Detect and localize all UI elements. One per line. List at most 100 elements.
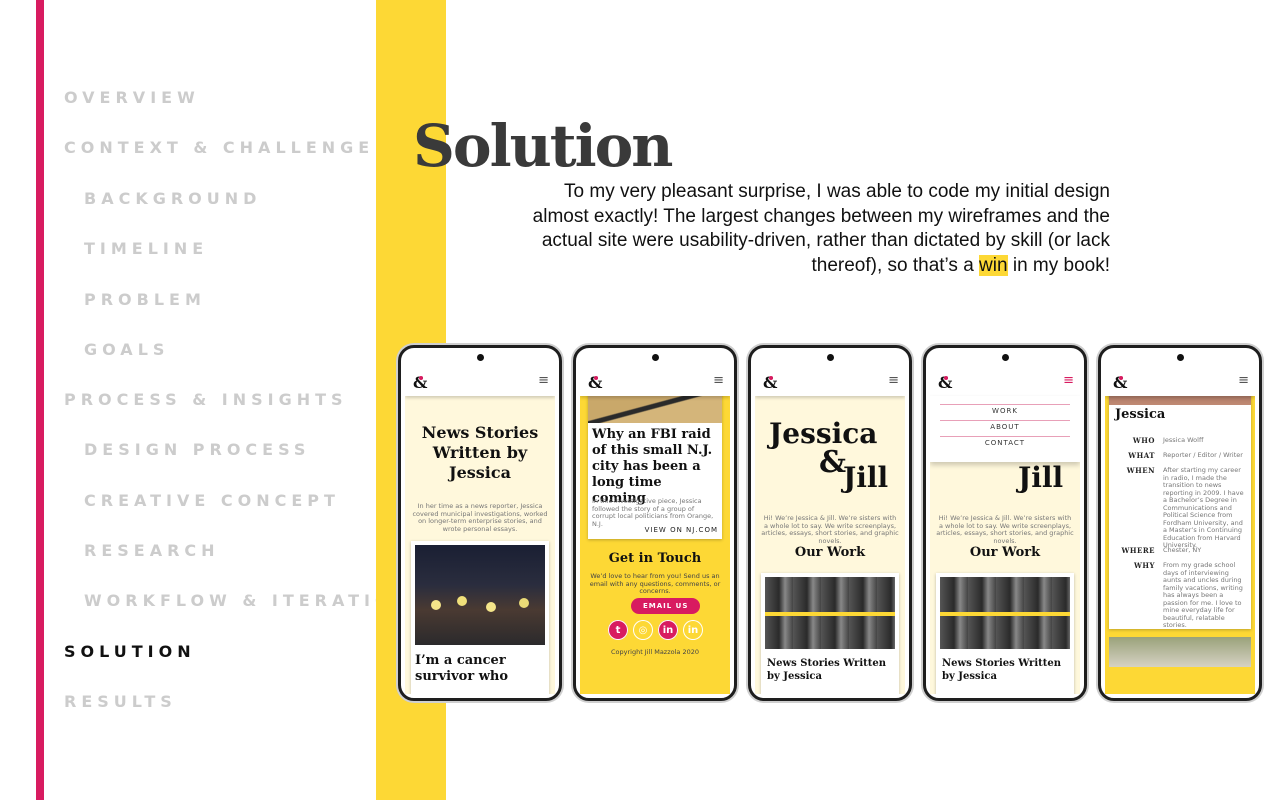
brand-jill: Jill <box>1018 461 1064 494</box>
logo-icon[interactable]: & <box>588 373 602 392</box>
intro-text: Hi! We’re Jessica & Jill. We’re sisters … <box>761 514 899 545</box>
hamburger-menu-icon[interactable]: ≡ <box>538 373 549 388</box>
logo-icon[interactable]: & <box>1113 373 1127 392</box>
hamburger-menu-icon[interactable]: ≡ <box>1063 373 1074 388</box>
about-name: Jessica <box>1115 407 1166 422</box>
dropdown-menu: WORK ABOUT CONTACT <box>930 396 1080 462</box>
camera-icon <box>827 354 834 361</box>
highlighted-word: win <box>979 254 1008 276</box>
nav-item-results[interactable]: RESULTS <box>64 692 177 711</box>
site-header: & ≡ <box>930 365 1080 396</box>
story-card[interactable]: Why an FBI raid of this small N.J. city … <box>588 387 722 539</box>
intro-text: Hi! We’re Jessica & Jill. We’re sisters … <box>936 514 1074 545</box>
sidebar-accent-bar <box>36 0 44 800</box>
menu-item-about[interactable]: ABOUT <box>940 420 1070 434</box>
phone-mockup-menu-open: & ≡ WORK ABOUT CONTACT Jill Hi! We’re Je… <box>923 345 1087 701</box>
twitter-icon[interactable]: t <box>608 620 628 640</box>
nav-item-solution[interactable]: SOLUTION <box>64 642 196 661</box>
next-photo <box>1109 637 1251 667</box>
contact-title: Get in Touch <box>608 551 702 566</box>
about-row-when: WHEN After starting my career in radio, I… <box>1115 466 1247 548</box>
logo-icon[interactable]: & <box>413 373 427 392</box>
phone-screen: & ≡ WORK ABOUT CONTACT Jill Hi! We’re Je… <box>930 365 1080 694</box>
logo-icon[interactable]: & <box>763 373 777 392</box>
card-title: News Stories Written by Jessica <box>942 658 1061 682</box>
about-card: Jessica WHO Jessica Wolff WHAT Reporter / … <box>1109 375 1251 629</box>
view-link[interactable]: VIEW ON NJ.COM <box>645 526 718 534</box>
solution-paragraph: To my very pleasant surprise, I was able… <box>520 180 1110 278</box>
hamburger-menu-icon[interactable]: ≡ <box>1238 373 1249 388</box>
social-links: t ◎ in in <box>608 620 703 640</box>
linkedin-icon[interactable]: in <box>658 620 678 640</box>
nav-item-design-process[interactable]: DESIGN PROCESS <box>84 440 310 459</box>
phone-screen: & ≡ News Stories Written by Jessica In h… <box>405 365 555 694</box>
row-value: After starting my career in radio, I mad… <box>1163 466 1244 549</box>
story-photo <box>588 395 722 423</box>
paragraph-text-end: in my book! <box>1007 254 1110 276</box>
site-header: & ≡ <box>1105 365 1255 396</box>
nav-item-context-challenge[interactable]: CONTEXT & CHALLENGE <box>64 138 374 157</box>
hamburger-menu-icon[interactable]: ≡ <box>888 373 899 388</box>
nav-item-goals[interactable]: GOALS <box>84 340 169 359</box>
section-heading: Our Work <box>969 545 1041 560</box>
menu-item-contact[interactable]: CONTACT <box>940 436 1070 450</box>
row-key: WHY <box>1134 561 1155 570</box>
phone-mockup-about: & ≡ Jessica WHO Jessica Wolff WHAT Reporte… <box>1098 345 1262 701</box>
nav-item-timeline[interactable]: TIMELINE <box>84 239 208 258</box>
nav-item-background[interactable]: BACKGROUND <box>84 189 261 208</box>
site-header: & ≡ <box>580 365 730 396</box>
about-row-why: WHY From my grade school days of intervie… <box>1115 561 1247 628</box>
about-row-what: WHAT Reporter / Editor / Writer <box>1115 451 1247 462</box>
nav-item-process-insights[interactable]: PROCESS & INSIGHTS <box>64 390 348 409</box>
phone-screen: & ≡ Jessica WHO Jessica Wolff WHAT Reporte… <box>1105 365 1255 694</box>
linkedin-alt-icon[interactable]: in <box>683 620 703 640</box>
nav-item-research[interactable]: RESEARCH <box>84 541 220 560</box>
camera-icon <box>652 354 659 361</box>
logo-icon[interactable]: & <box>938 373 952 392</box>
work-card[interactable]: News Stories Written by Jessica <box>936 573 1074 694</box>
about-row-where: WHERE Chester, NY <box>1115 546 1247 557</box>
row-key: WHO <box>1132 436 1155 445</box>
section-title: Solution <box>413 112 673 180</box>
phone-screen: & ≡ Jessica & Jill Hi! We’re Jessica & J… <box>755 365 905 694</box>
row-key: WHAT <box>1128 451 1155 460</box>
nav-item-problem[interactable]: PROBLEM <box>84 290 206 309</box>
row-value: Jessica Wolff <box>1163 436 1204 444</box>
card-title: News Stories Written by Jessica <box>767 658 886 682</box>
copyright: Copyright Jill Mazzola 2020 <box>610 648 700 656</box>
intro-text: In her time as a news reporter, Jessica … <box>412 502 548 533</box>
section-heading: Our Work <box>794 545 866 560</box>
contact-text: We’d love to hear from you! Send us an e… <box>589 572 721 595</box>
row-value: Chester, NY <box>1163 546 1202 554</box>
row-key: WHEN <box>1126 466 1155 475</box>
hamburger-menu-icon[interactable]: ≡ <box>713 373 724 388</box>
work-collage-image <box>765 577 895 649</box>
camera-icon <box>477 354 484 361</box>
phone-mockup-story: & ≡ Why an FBI raid of this small N.J. c… <box>573 345 737 701</box>
story-text: In this investigative piece, Jessica fol… <box>592 497 714 528</box>
story-photo <box>415 545 545 645</box>
nav-item-overview[interactable]: OVERVIEW <box>64 88 200 107</box>
brand-jill: Jill <box>843 461 889 494</box>
row-key: WHERE <box>1121 546 1155 555</box>
phone-screen: & ≡ Why an FBI raid of this small N.J. c… <box>580 365 730 694</box>
menu-item-work[interactable]: WORK <box>940 404 1070 418</box>
story-title: I’m a cancer survivor who <box>415 653 509 685</box>
site-header: & ≡ <box>755 365 905 396</box>
camera-icon <box>1177 354 1184 361</box>
page-title: News Stories Written by Jessica <box>421 423 539 482</box>
row-value: Reporter / Editor / Writer <box>1163 451 1243 459</box>
phone-mockup-work: & ≡ News Stories Written by Jessica In h… <box>398 345 562 701</box>
camera-icon <box>1002 354 1009 361</box>
work-collage-image <box>940 577 1070 649</box>
nav-item-creative-concept[interactable]: CREATIVE CONCEPT <box>84 491 340 510</box>
work-card[interactable]: News Stories Written by Jessica <box>761 573 899 694</box>
phone-mockup-home: & ≡ Jessica & Jill Hi! We’re Jessica & J… <box>748 345 912 701</box>
story-title: Why an FBI raid of this small N.J. city … <box>592 427 713 506</box>
email-button[interactable]: EMAIL US <box>631 598 701 614</box>
story-card[interactable]: I’m a cancer survivor who <box>411 541 549 694</box>
instagram-icon[interactable]: ◎ <box>633 620 653 640</box>
row-value: From my grade school days of interviewin… <box>1163 561 1243 629</box>
about-row-who: WHO Jessica Wolff <box>1115 436 1247 447</box>
site-header: & ≡ <box>405 365 555 396</box>
